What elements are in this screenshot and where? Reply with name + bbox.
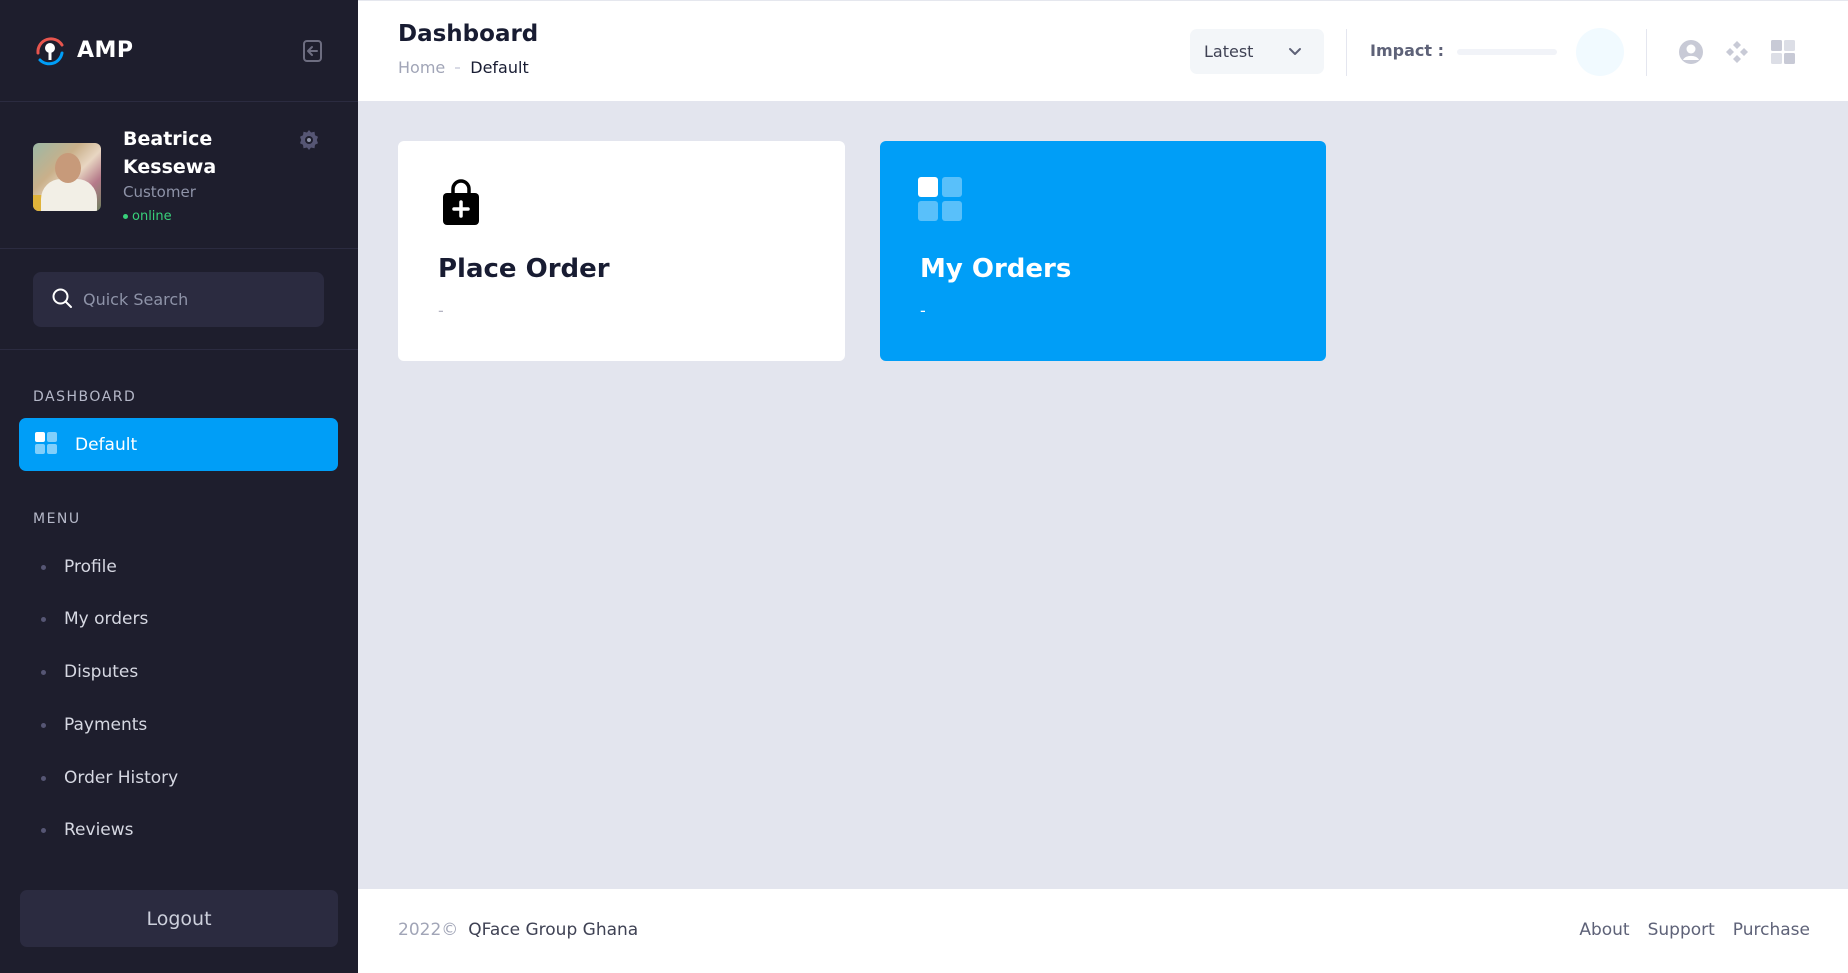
footer-year: 2022© [398,920,459,940]
sidebar-item-label: My orders [64,609,149,629]
sidebar: AMP Beatrice Kessewa Customer online Qui… [0,0,358,973]
diamonds-icon[interactable] [1724,39,1750,65]
user-profile-block: Beatrice Kessewa Customer online [0,101,358,249]
quick-search[interactable] [33,272,324,327]
footer-link-purchase[interactable]: Purchase [1733,920,1810,940]
sidebar-item-label: Profile [64,557,117,577]
footer-copyright: 2022© QFace Group Ghana [398,920,638,940]
footer-links: About Support Purchase [1561,920,1810,940]
settings-gear-icon[interactable] [297,128,321,152]
footer: 2022© QFace Group Ghana About Support Pu… [358,889,1848,973]
search-input[interactable] [83,290,303,309]
bullet-icon [41,564,46,570]
sidebar-item-label: Reviews [64,820,134,840]
latest-filter-label: Latest [1204,42,1254,61]
user-status-label: online [132,209,172,224]
sidebar-item-disputes[interactable]: Disputes [33,657,333,687]
header: Dashboard Home Default Latest Impact : [358,0,1848,101]
sidebar-item-my-orders[interactable]: My orders [33,604,333,634]
search-section [0,249,358,350]
bullet-icon [41,616,46,622]
user-role: Customer [123,183,196,201]
bullet-icon [41,775,46,781]
sidebar-item-label: Payments [64,715,148,735]
brand-name: AMP [77,37,134,63]
dashboard-grid-icon [918,177,968,227]
breadcrumb-separator [455,66,461,69]
sidebar-collapse-icon[interactable] [300,38,326,64]
brand[interactable]: AMP [33,32,134,68]
dashboard-grid-icon [35,431,57,458]
sidebar-item-label: Disputes [64,662,139,682]
my-orders-card[interactable]: My Orders - [880,141,1326,361]
brand-logo-icon [33,33,67,67]
avatar[interactable] [33,143,101,211]
sidebar-item-reviews[interactable]: Reviews [33,815,333,845]
card-subtitle: - [438,301,444,320]
logout-button[interactable]: Logout [20,890,338,947]
section-title-menu: MENU [33,511,81,527]
sidebar-item-profile[interactable]: Profile [33,552,333,582]
user-name[interactable]: Beatrice Kessewa [123,125,243,181]
sidebar-item-label: Order History [64,768,179,788]
card-subtitle: - [920,301,926,320]
apps-grid-icon[interactable] [1770,39,1796,65]
breadcrumb-home[interactable]: Home [398,58,445,77]
breadcrumb: Home Default [398,58,529,77]
card-title: My Orders [920,254,1072,284]
header-divider [1646,29,1647,76]
card-title: Place Order [438,254,610,284]
sidebar-item-default[interactable]: Default [19,418,338,471]
online-dot-icon [123,214,128,219]
impact-label: Impact : [1370,41,1444,60]
shopping-bag-plus-icon [436,177,486,227]
user-status: online [123,209,172,224]
user-account-icon[interactable] [1678,39,1704,65]
bullet-icon [41,722,46,728]
latest-filter-dropdown[interactable]: Latest [1190,29,1324,74]
impact-indicator[interactable] [1576,28,1624,76]
bullet-icon [41,827,46,833]
footer-company[interactable]: QFace Group Ghana [468,920,638,940]
footer-link-support[interactable]: Support [1648,920,1715,940]
page-title: Dashboard [398,21,539,47]
breadcrumb-current: Default [470,58,529,77]
sidebar-item-order-history[interactable]: Order History [33,763,333,793]
impact-progress-bar [1457,49,1557,55]
chevron-down-icon [1286,42,1304,60]
place-order-card[interactable]: Place Order - [398,141,845,361]
section-title-dashboard: DASHBOARD [33,389,137,405]
footer-link-about[interactable]: About [1579,920,1629,940]
header-divider [1346,29,1347,76]
sidebar-item-label: Default [75,434,138,455]
bullet-icon [41,669,46,675]
search-icon [51,287,73,313]
sidebar-item-payments[interactable]: Payments [33,710,333,740]
